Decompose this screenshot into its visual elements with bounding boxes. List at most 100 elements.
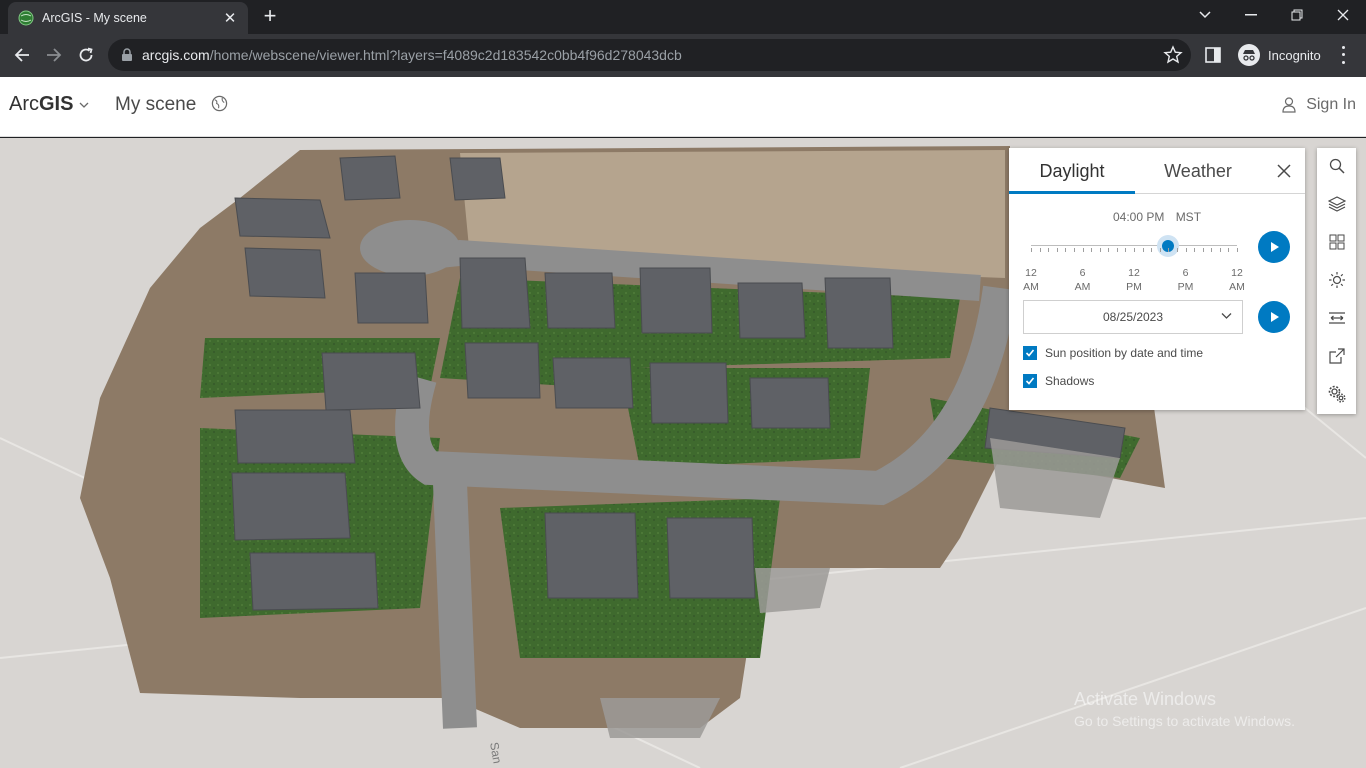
slider-thumb[interactable] bbox=[1157, 235, 1180, 257]
slider-tick bbox=[1228, 248, 1230, 252]
tab-title: ArcGIS - My scene bbox=[42, 11, 147, 25]
minimize-icon bbox=[1245, 14, 1257, 16]
windows-activation-watermark: Activate Windows Go to Settings to activ… bbox=[1074, 688, 1295, 732]
slider-tick bbox=[1125, 248, 1127, 252]
slider-tick bbox=[1134, 248, 1135, 252]
tick-label-ampm: AM bbox=[1023, 281, 1039, 293]
incognito-profile-button[interactable]: Incognito bbox=[1232, 42, 1327, 68]
date-value: 08/25/2023 bbox=[1102, 310, 1164, 324]
tick-label-ampm: PM bbox=[1177, 281, 1194, 293]
tab-search-button[interactable] bbox=[1182, 0, 1228, 30]
globe-icon[interactable] bbox=[211, 95, 228, 112]
tick-label-ampm: PM bbox=[1126, 281, 1142, 293]
settings-icon bbox=[1328, 385, 1345, 403]
slider-tick bbox=[1031, 248, 1032, 252]
address-bar[interactable]: arcgis.com/home/webscene/viewer.html?lay… bbox=[108, 39, 1191, 71]
slider-tick bbox=[1048, 248, 1050, 252]
slider-tick-label: 6 PM bbox=[1171, 266, 1201, 294]
checkbox-checked-icon bbox=[1023, 346, 1037, 360]
play-time-button[interactable] bbox=[1258, 231, 1290, 263]
slider-tick bbox=[1039, 248, 1041, 252]
chevron-down-icon bbox=[79, 102, 89, 108]
tab-daylight[interactable]: Daylight bbox=[1009, 148, 1135, 194]
time-of-day-slider[interactable] bbox=[1031, 235, 1238, 257]
slider-tick bbox=[1219, 248, 1221, 252]
sun-position-label: Sun position by date and time bbox=[1045, 346, 1204, 360]
tick-label-number: 12 bbox=[1128, 267, 1140, 279]
back-button[interactable] bbox=[8, 41, 36, 69]
measure-button[interactable] bbox=[1317, 300, 1356, 336]
tick-label-number: 12 bbox=[1231, 267, 1243, 279]
slider-tick bbox=[1237, 248, 1238, 252]
slider-tick bbox=[1099, 248, 1101, 252]
arrow-right-icon bbox=[47, 48, 62, 62]
close-window-button[interactable] bbox=[1320, 0, 1366, 30]
arcgis-app-switcher[interactable]: Arc GIS bbox=[9, 93, 89, 116]
minimize-button[interactable] bbox=[1228, 0, 1274, 30]
tick-label-number: 6 bbox=[1079, 267, 1086, 279]
slider-tick bbox=[1065, 248, 1067, 252]
daylight-panel: Daylight Weather 04:00 PM MST 12 AM 6 AM 12 P… bbox=[1009, 148, 1305, 410]
sign-in-button[interactable]: Sign In bbox=[1282, 96, 1356, 114]
browser-tab-strip: ArcGIS - My scene ✕ + bbox=[0, 0, 1366, 34]
slider-tick-label: 12 PM bbox=[1119, 266, 1149, 294]
tick-label-ampm: AM bbox=[1074, 281, 1091, 293]
restore-icon bbox=[1291, 9, 1303, 21]
url-path: /home/webscene/viewer.html?layers=f4089c… bbox=[209, 47, 682, 63]
play-date-button[interactable] bbox=[1258, 301, 1290, 333]
slider-tick bbox=[1082, 248, 1084, 252]
arcgis-favicon-icon bbox=[18, 10, 34, 26]
share-icon bbox=[1328, 348, 1345, 364]
slider-tick-label: 6 AM bbox=[1068, 266, 1098, 294]
time-value: 04:00 PM bbox=[1112, 210, 1165, 224]
close-panel-button[interactable] bbox=[1269, 156, 1299, 186]
shadows-label: Shadows bbox=[1045, 374, 1095, 388]
slider-tick bbox=[1056, 248, 1058, 252]
shadows-checkbox[interactable]: Shadows bbox=[1023, 374, 1094, 388]
slider-tick bbox=[1194, 248, 1196, 252]
tab-close-icon[interactable]: ✕ bbox=[222, 9, 238, 27]
panel-tabs: Daylight Weather bbox=[1009, 148, 1305, 194]
date-picker[interactable]: 08/25/2023 bbox=[1023, 300, 1243, 334]
sun-position-checkbox[interactable]: Sun position by date and time bbox=[1023, 346, 1203, 360]
slider-track bbox=[1031, 245, 1237, 246]
brand-bold: GIS bbox=[39, 93, 74, 115]
play-icon bbox=[1271, 312, 1279, 322]
daylight-button[interactable] bbox=[1317, 262, 1356, 298]
sign-in-label: Sign In bbox=[1306, 96, 1356, 113]
slider-tick bbox=[1211, 248, 1213, 252]
slider-tick bbox=[1159, 248, 1161, 252]
search-button[interactable] bbox=[1317, 148, 1356, 184]
chevron-down-icon bbox=[1221, 313, 1232, 319]
side-panel-icon[interactable] bbox=[1204, 46, 1222, 64]
watermark-line1: Activate Windows bbox=[1074, 689, 1217, 709]
tick-label-number: 12 bbox=[1025, 267, 1037, 279]
app-header: Arc GIS My scene Sign In bbox=[0, 77, 1366, 137]
chevron-down-icon bbox=[1199, 11, 1211, 19]
slider-tick bbox=[1185, 248, 1187, 252]
daylight-icon bbox=[1328, 272, 1345, 288]
browser-tab[interactable]: ArcGIS - My scene ✕ bbox=[8, 2, 248, 34]
layers-icon bbox=[1327, 196, 1346, 212]
slider-tick-label: 12 AM bbox=[1222, 266, 1252, 294]
slider-tick bbox=[1176, 248, 1178, 252]
share-button[interactable] bbox=[1317, 338, 1356, 374]
checkbox-checked-icon bbox=[1023, 374, 1037, 388]
url-text: arcgis.com/home/webscene/viewer.html?lay… bbox=[142, 47, 682, 63]
browser-menu-button[interactable] bbox=[1336, 44, 1350, 66]
new-tab-button[interactable]: + bbox=[258, 5, 282, 29]
layers-button[interactable] bbox=[1317, 186, 1356, 222]
time-readout: 04:00 PM MST bbox=[1009, 210, 1305, 224]
reload-icon bbox=[79, 47, 93, 62]
tab-weather[interactable]: Weather bbox=[1135, 148, 1261, 194]
basemap-gallery-button[interactable] bbox=[1317, 224, 1356, 260]
forward-button[interactable] bbox=[40, 41, 68, 69]
bookmark-star-icon[interactable] bbox=[1163, 45, 1183, 65]
measure-icon bbox=[1328, 312, 1345, 324]
browser-toolbar: arcgis.com/home/webscene/viewer.html?lay… bbox=[0, 34, 1366, 77]
reload-button[interactable] bbox=[72, 41, 100, 69]
restore-button[interactable] bbox=[1274, 0, 1320, 30]
search-icon bbox=[1329, 158, 1345, 174]
url-host: arcgis.com bbox=[142, 47, 210, 63]
settings-button[interactable] bbox=[1317, 376, 1356, 412]
